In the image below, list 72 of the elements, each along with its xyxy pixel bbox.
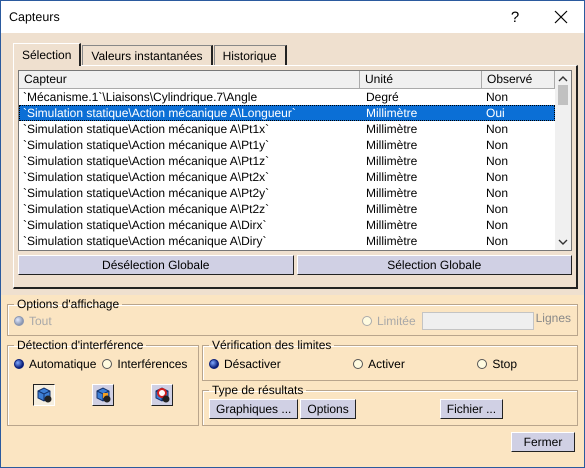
- table-cell-text: `Simulation statique\Action mécanique A\Longueur`: [22, 105, 297, 121]
- table-cell-text: Millimètre: [365, 169, 418, 185]
- table-cell-text: Non: [485, 153, 510, 169]
- table-row[interactable]: `Simulation statique\Action mécanique A\Longueur` Millimètre Oui: [19, 105, 555, 121]
- table-cell-text: `Simulation statique\Action mécanique A\Pt1z`: [22, 153, 270, 169]
- scroll-down-icon[interactable]: [558, 238, 568, 246]
- radio-option[interactable]: Désactiver: [209, 357, 281, 371]
- table-cell-text: Non: [485, 185, 510, 201]
- table-cell-text: Millimètre: [365, 217, 418, 233]
- target-cube-icon: [153, 386, 172, 404]
- group-title: Vérification des limites: [211, 338, 332, 352]
- list-button[interactable]: Désélection Globale: [18, 255, 294, 275]
- table-cell-text: `Simulation statique\Action mécanique A\Pt2y`: [22, 185, 270, 201]
- table-cell-text: `Simulation statique\Action mécanique A\Dirx`: [22, 217, 268, 233]
- table-cell-text: Non: [485, 233, 510, 249]
- table-cell-text: `Simulation statique\Action mécanique A\Diry`: [22, 233, 268, 249]
- table-cell-text: Non: [485, 89, 510, 105]
- table-cell-text: Millimètre: [365, 233, 418, 249]
- table-row[interactable]: `Simulation statique\Action mécanique A\Pt2x` Millimètre Non: [19, 169, 555, 185]
- table-row[interactable]: `Simulation statique\Action mécanique A\Dirx` Millimètre Non: [19, 217, 555, 233]
- table-cell-text: Non: [485, 137, 510, 153]
- table-cell-text: Non: [485, 169, 510, 185]
- result-button[interactable]: Fichier ...: [440, 399, 504, 419]
- scrollbar-thumb[interactable]: [558, 85, 568, 105]
- table-cell-text: `Simulation statique\Action mécanique A\Pt1x`: [22, 121, 270, 137]
- table-cell-text: `Simulation statique\Action mécanique A\Pt1y`: [22, 137, 270, 153]
- table-cell-text: Millimètre: [365, 153, 418, 169]
- table-cell-text: Millimètre: [365, 185, 418, 201]
- table-cell-text: Non: [485, 121, 510, 137]
- group-title: Détection d'interférence: [16, 338, 144, 352]
- close-icon: [554, 10, 568, 24]
- table-cell-text: `Simulation statique\Action mécanique A\Pt2z`: [22, 201, 270, 217]
- tab[interactable]: Historique: [214, 45, 287, 65]
- table-cell-text: Millimètre: [365, 137, 418, 153]
- interference-mode-button[interactable]: [32, 384, 55, 406]
- table-row[interactable]: `Simulation statique\Action mécanique A\Pt2y` Millimètre Non: [19, 185, 555, 201]
- close-dialog-button[interactable]: Fermer: [511, 432, 575, 452]
- table-cell-text: `Simulation statique\Action mécanique A\Pt2x`: [22, 169, 270, 185]
- column-header[interactable]: Capteur: [19, 71, 360, 89]
- result-button[interactable]: Graphiques ...: [209, 399, 298, 419]
- table-cell-text: Millimètre: [365, 201, 418, 217]
- table-row[interactable]: `Simulation statique\Action mécanique A\Pt2z` Millimètre Non: [19, 201, 555, 217]
- table-row[interactable]: `Simulation statique\Action mécanique A\Pt1z` Millimètre Non: [19, 153, 555, 169]
- table-row[interactable]: `Mécanisme.1`\Liaisons\Cylindrique.7\Angle Degré Non: [19, 89, 555, 105]
- column-header[interactable]: Unité: [360, 71, 482, 89]
- table-cell-text: Millimètre: [365, 105, 418, 121]
- cube-icon: [94, 386, 112, 404]
- radio-option[interactable]: Activer: [353, 357, 405, 371]
- cube-icon: [34, 386, 53, 404]
- group-title: Type de résultats: [211, 383, 304, 397]
- table-cell-text: Millimètre: [365, 121, 418, 137]
- table-cell-text: Non: [485, 217, 510, 233]
- table-cell-text: `Mécanisme.1`\Liaisons\Cylindrique.7\Angle: [22, 89, 258, 105]
- list-button[interactable]: Sélection Globale: [296, 255, 572, 275]
- tab[interactable]: Valeurs instantanées: [82, 45, 213, 65]
- table-row[interactable]: `Simulation statique\Action mécanique A\Pt1y` Millimètre Non: [19, 137, 555, 153]
- scrollbar[interactable]: [555, 71, 571, 250]
- help-button[interactable]: ?: [492, 1, 538, 33]
- tab[interactable]: Sélection: [13, 43, 82, 66]
- table-cell-text: Oui: [485, 105, 506, 121]
- table-row[interactable]: `Simulation statique\Action mécanique A\Pt1x` Millimètre Non: [19, 121, 555, 137]
- scroll-up-icon[interactable]: [558, 75, 568, 83]
- table-cell-text: Non: [485, 201, 510, 217]
- window-title: Capteurs: [9, 10, 61, 24]
- result-button[interactable]: Options: [300, 399, 356, 419]
- radio-option[interactable]: Automatique: [14, 357, 96, 371]
- table-row[interactable]: `Simulation statique\Action mécanique A\Diry` Millimètre Non: [19, 233, 555, 249]
- table-cell-text: Degré: [365, 89, 400, 105]
- lines-label: Lignes: [536, 311, 571, 325]
- group-title: Options d'affichage: [16, 297, 120, 311]
- radio-option[interactable]: Stop: [477, 357, 517, 371]
- radio-option[interactable]: Interférences: [102, 357, 188, 371]
